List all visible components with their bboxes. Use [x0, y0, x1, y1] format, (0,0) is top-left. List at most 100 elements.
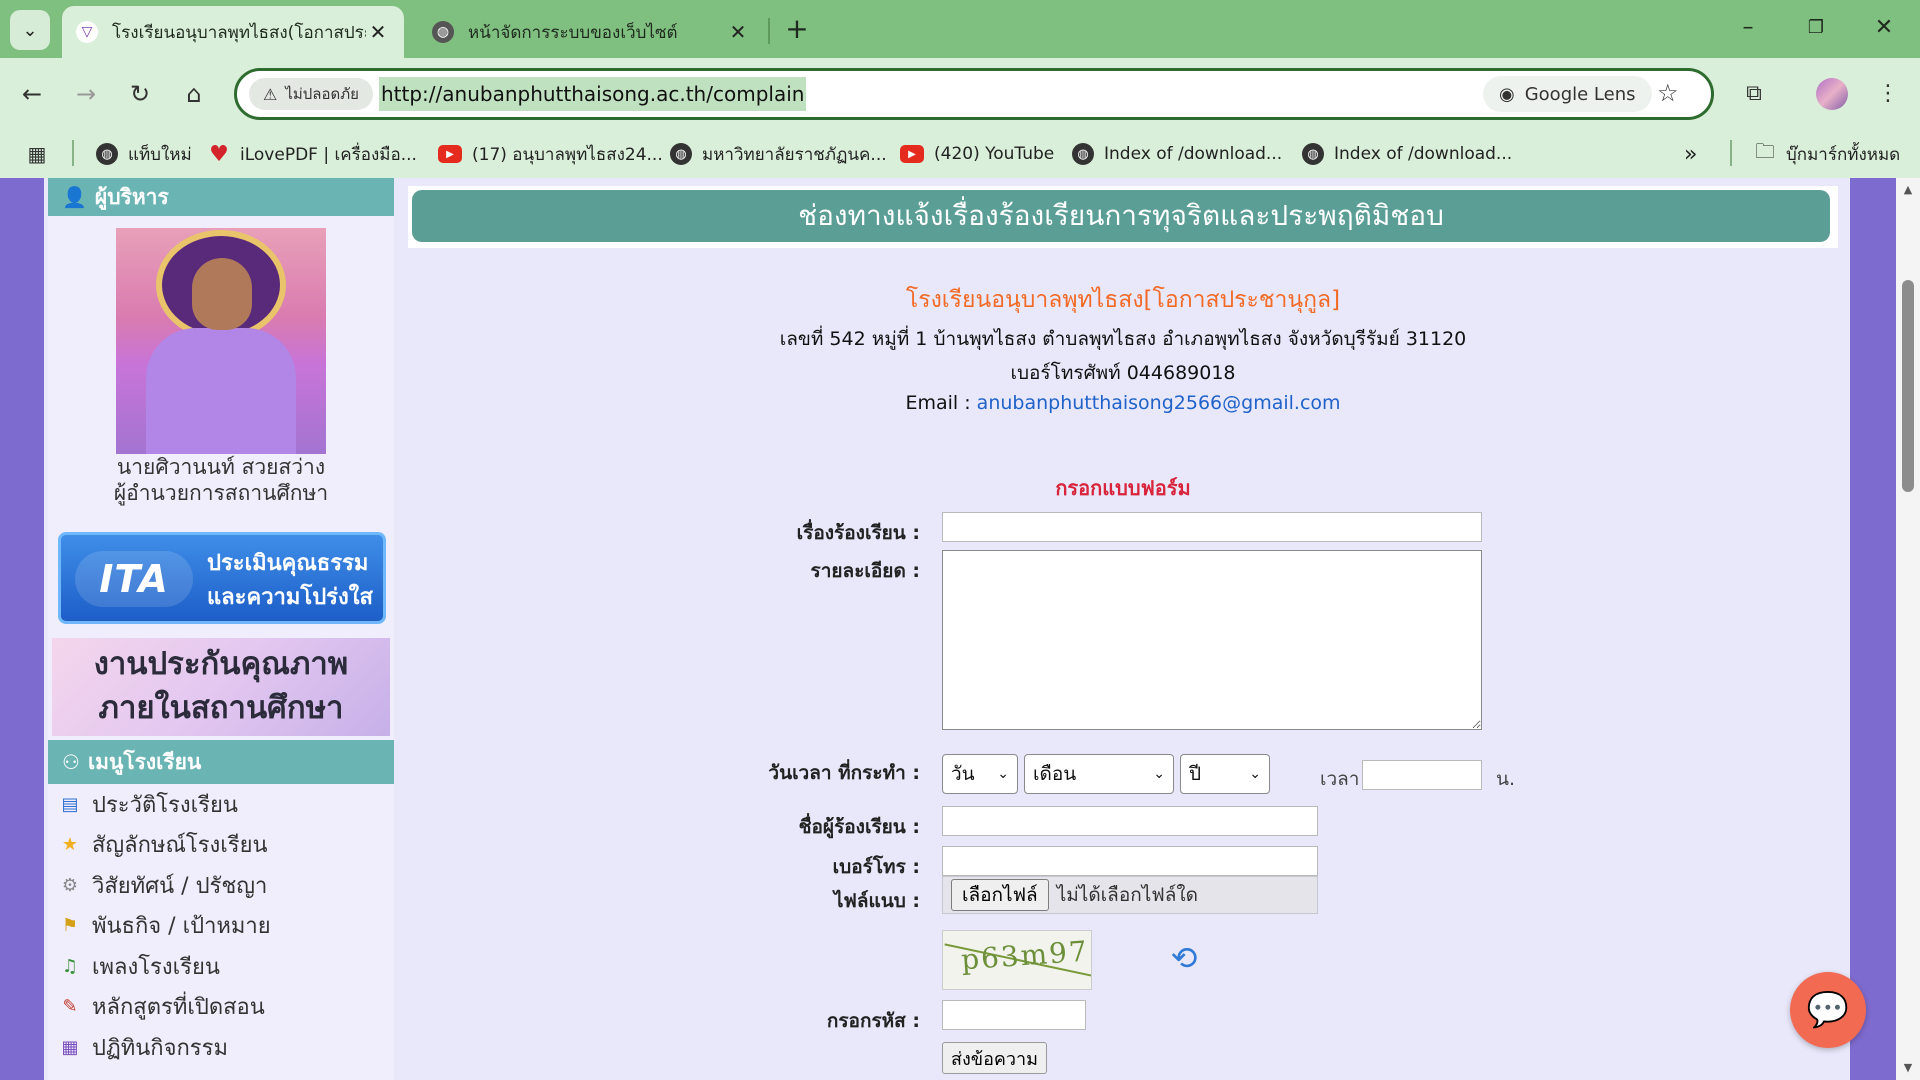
day-select[interactable]: วัน ⌄	[942, 754, 1018, 794]
tab-site-admin[interactable]: ◍ หน้าจัดการระบบของเว็บไซต์ ✕	[418, 6, 764, 58]
address-bar[interactable]: ⚠ ไม่ปลอดภัย http://anubanphutthaisong.a…	[234, 68, 1714, 120]
globe-icon: ◍	[96, 143, 118, 165]
page-title: ช่องทางแจ้งเรื่องร้องเรียนการทุจริตและปร…	[412, 190, 1830, 242]
chevron-down-icon: ⌄	[1249, 766, 1261, 782]
vertical-scrollbar[interactable]: ▲ ▼	[1896, 178, 1920, 1080]
file-upload-field: เลือกไฟล์ ไม่ได้เลือกไฟล์ใด	[942, 876, 1318, 914]
more-menu-icon[interactable]: ⋮	[1868, 74, 1908, 114]
phone-label: เบอร์โทร :	[832, 856, 920, 878]
complainant-name-input[interactable]	[942, 806, 1318, 836]
director-caption: นายศิวานนท์ สวยสว่าง ผู้อำนวยการสถานศึกษ…	[48, 454, 394, 506]
itas-line1: ประเมินคุณธรรม	[207, 551, 369, 576]
email-link[interactable]: anubanphutthaisong2566@gmail.com	[977, 392, 1341, 414]
quality-assurance-banner[interactable]: งานประกันคุณภาพ ภายในสถานศึกษา	[52, 638, 390, 736]
google-lens-button[interactable]: ◉ Google Lens	[1483, 76, 1652, 112]
close-tab-icon[interactable]: ✕	[366, 20, 390, 44]
menu-item-curriculum[interactable]: ✎ หลักสูตรที่เปิดสอน	[58, 987, 388, 1028]
tab-school-home[interactable]: ▽ โรงเรียนอนุบาลพุทไธสง(โอกาสประชา ✕	[62, 6, 404, 58]
school-name: โรงเรียนอนุบาลพุทไธสง[โอกาสประชานุกูล]	[905, 287, 1341, 313]
restore-button[interactable]: ❐	[1794, 8, 1838, 48]
globe-icon: ◍	[432, 21, 454, 43]
bookmark-label: แท็บใหม่	[128, 144, 192, 165]
chevron-down-icon: ⌄	[997, 766, 1009, 782]
itas-logo: ITA	[75, 551, 193, 607]
month-select[interactable]: เดือน ⌄	[1024, 754, 1174, 794]
url-text[interactable]: http://anubanphutthaisong.ac.th/complain	[379, 77, 807, 111]
phone-input[interactable]	[942, 846, 1318, 876]
apps-grid-icon[interactable]: ▦	[26, 140, 58, 168]
menu-item-symbols[interactable]: ★ สัญลักษณ์โรงเรียน	[58, 825, 388, 866]
scroll-up-arrow-icon[interactable]: ▲	[1896, 178, 1920, 202]
admin-heading: 👤 ผู้บริหาร	[48, 178, 394, 216]
main-content: ช่องทางแจ้งเรื่องร้องเรียนการทุจริตและปร…	[408, 186, 1838, 1080]
bookmark-item[interactable]: ♥ iLovePDF | เครื่องมือ...	[208, 140, 417, 168]
qa-line1: งานประกันคุณภาพ	[93, 646, 349, 682]
menu-item-label: เพลงโรงเรียน	[92, 954, 220, 980]
menu-item-vision[interactable]: ⚙ วิสัยทัศน์ / ปรัชญา	[58, 865, 388, 906]
minimize-button[interactable]: –	[1726, 8, 1770, 48]
menu-item-song[interactable]: ♫ เพลงโรงเรียน	[58, 946, 388, 987]
subject-input[interactable]	[942, 512, 1482, 542]
pencil-note-icon: ✎	[62, 996, 78, 1018]
bookmark-star-icon[interactable]: ☆	[1657, 79, 1679, 107]
close-window-button[interactable]: ✕	[1862, 8, 1906, 48]
gear-icon: ⚙	[61, 874, 79, 896]
scroll-down-arrow-icon[interactable]: ▼	[1896, 1056, 1920, 1080]
choose-file-button[interactable]: เลือกไฟล์	[951, 879, 1049, 911]
bookmark-item[interactable]: ▶ (17) อนุบาลพุทไธสง24...	[438, 140, 663, 168]
time-unit: น.	[1496, 768, 1516, 790]
bookmark-item[interactable]: ◍ มหาวิทยาลัยราชภัฏนค...	[670, 140, 887, 168]
admin-heading-text: ผู้บริหาร	[94, 184, 169, 209]
reload-button[interactable]: ↻	[120, 74, 160, 114]
menu-item-calendar[interactable]: ▦ ปฏิทินกิจกรรม	[58, 1027, 388, 1068]
camera-lens-icon: ◉	[1499, 83, 1515, 105]
new-tab-button[interactable]: +	[780, 12, 814, 46]
menu-item-history[interactable]: ▤ ประวัติโรงเรียน	[58, 784, 388, 825]
back-button[interactable]: ←	[12, 74, 52, 114]
bookmark-item[interactable]: ◍ Index of /download...	[1302, 140, 1512, 168]
tab-strip: ⌄ ▽ โรงเรียนอนุบาลพุทไธสง(โอกาสประชา ✕ ◍…	[0, 0, 1920, 58]
director-photo	[116, 228, 326, 454]
more-bookmarks-chevron-icon[interactable]: »	[1684, 140, 1697, 168]
captcha-code-input[interactable]	[942, 1000, 1086, 1030]
bookmark-label: (17) อนุบาลพุทไธสง24...	[472, 144, 663, 165]
bookmark-item[interactable]: ◍ Index of /download...	[1072, 140, 1282, 168]
warning-icon: ⚠	[263, 84, 278, 104]
detail-textarea[interactable]	[942, 550, 1482, 730]
bookmark-item[interactable]: ◍ แท็บใหม่	[96, 140, 192, 168]
bookmark-label: (420) YouTube	[934, 144, 1055, 164]
tab-divider	[768, 18, 770, 44]
menu-item-mission[interactable]: ⚑ พันธกิจ / เป้าหมาย	[58, 906, 388, 947]
book-icon: ▤	[61, 793, 79, 815]
home-button[interactable]: ⌂	[174, 74, 214, 114]
time-label: เวลา	[1320, 768, 1360, 790]
photo-figure-head	[192, 258, 252, 330]
year-select-value: ปี	[1189, 763, 1202, 785]
music-icon: ♫	[61, 955, 79, 977]
year-select[interactable]: ปี ⌄	[1180, 754, 1270, 794]
tab-search-button[interactable]: ⌄	[10, 10, 50, 50]
bookmark-item[interactable]: ▶ (420) YouTube	[900, 140, 1054, 168]
submit-button[interactable]: ส่งข้อความ	[942, 1042, 1048, 1074]
security-indicator[interactable]: ⚠ ไม่ปลอดภัย	[249, 78, 373, 110]
time-input[interactable]	[1362, 760, 1482, 790]
school-address: เลขที่ 542 หมู่ที่ 1 บ้านพุทไธสง ตำบลพุท…	[779, 328, 1467, 350]
captcha-image: p63m97	[942, 930, 1092, 990]
close-tab-icon[interactable]: ✕	[726, 20, 750, 44]
menu-item-label: ประวัติโรงเรียน	[92, 792, 238, 818]
grid-icon: ▦	[27, 142, 47, 166]
all-bookmarks-folder[interactable]: 🗀 บุ๊กมาร์กทั้งหมด	[1754, 139, 1900, 168]
director-title: ผู้อำนวยการสถานศึกษา	[113, 481, 329, 505]
itas-banner[interactable]: ITA ประเมินคุณธรรม และความโปร่งใส	[58, 532, 386, 624]
school-menu-heading: ⚇ เมนูโรงเรียน	[48, 740, 394, 784]
attachment-label: ไฟล์แนบ :	[833, 890, 920, 912]
extensions-puzzle-icon[interactable]: ⧉	[1734, 74, 1774, 114]
refresh-captcha-icon[interactable]: ⟲	[1164, 938, 1204, 978]
chat-widget-button[interactable]: 💬	[1790, 972, 1866, 1048]
calendar-icon: ▦	[61, 1036, 79, 1058]
itas-line2: และความโปร่งใส	[207, 585, 373, 610]
scrollbar-thumb[interactable]	[1902, 280, 1914, 492]
profile-avatar[interactable]	[1816, 78, 1848, 110]
chat-bubble-icon: 💬	[1806, 990, 1850, 1030]
forward-button[interactable]: →	[66, 74, 106, 114]
